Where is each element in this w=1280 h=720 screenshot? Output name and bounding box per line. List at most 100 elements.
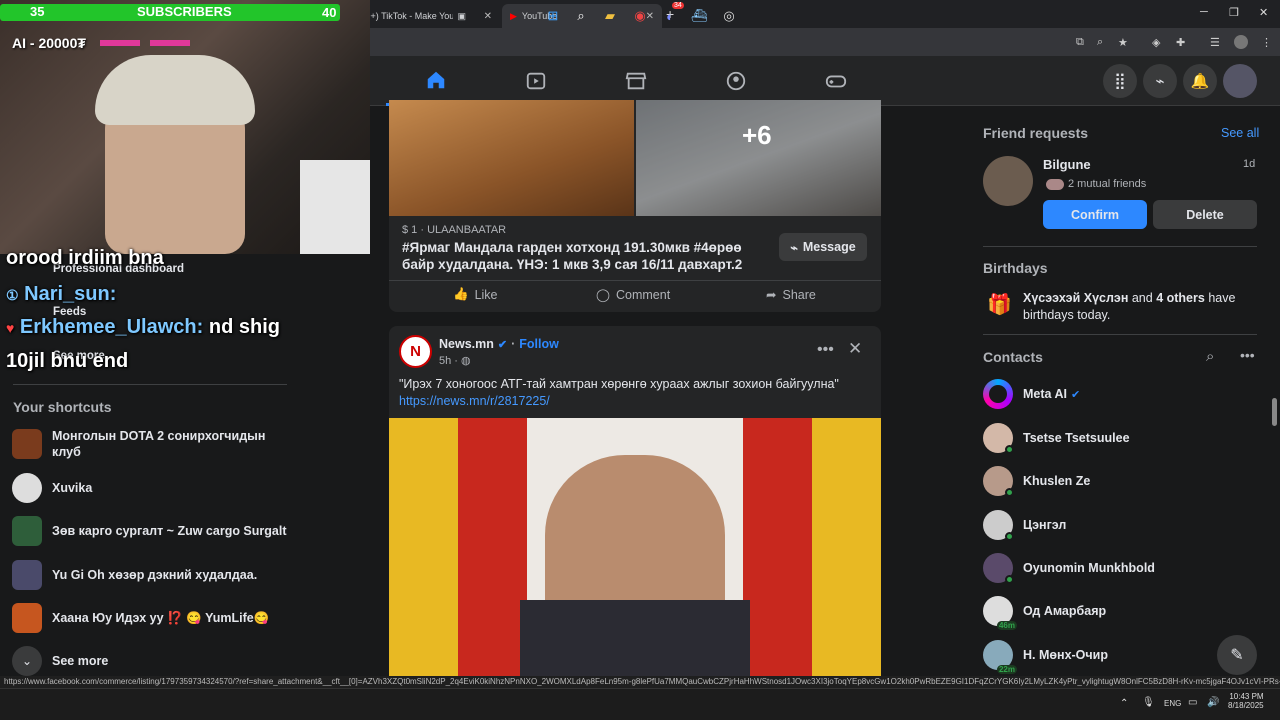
contact-name: Khuslen Ze — [1023, 474, 1091, 488]
follow-link[interactable]: Follow — [519, 337, 559, 351]
birthday-and: and — [1131, 291, 1153, 305]
message-seller-button[interactable]: ⌁ Message — [779, 233, 867, 261]
compose-icon: ✎ — [1230, 647, 1244, 664]
nav-gaming[interactable] — [786, 56, 886, 106]
menu-grid-button[interactable]: ⣿ — [1103, 64, 1137, 98]
shortcut-item[interactable]: Хаана Юу Идэх уу ⁉️ 😋 YumLife😋 — [12, 602, 292, 634]
shortcut-label: Yu Gi Oh хөзөр дэкний худалдаа. — [52, 568, 258, 582]
new-message-button[interactable]: ✎ — [1217, 635, 1257, 675]
zoom-icon[interactable]: ⌕ — [1097, 36, 1103, 49]
extension-icon[interactable]: ◈ — [1152, 36, 1160, 49]
contact-item[interactable]: Khuslen Ze — [983, 464, 1090, 498]
contact-item[interactable]: Tsetse Tsetsuulee — [983, 421, 1130, 455]
post-options-icon[interactable]: ••• — [817, 341, 834, 359]
sub-goal-end: 40 — [322, 5, 337, 20]
birthday-person: Хүсээхэй Хүслэн — [1023, 291, 1129, 305]
puzzle-icon[interactable]: ✚ — [1176, 36, 1185, 49]
language-indicator[interactable]: ENG — [1164, 699, 1181, 708]
confirm-button[interactable]: Confirm — [1043, 200, 1147, 229]
contact-item[interactable]: Oyunomin Munkhbold — [983, 551, 1155, 585]
search-contacts-icon[interactable]: ⌕ — [1206, 348, 1214, 365]
contact-item[interactable]: Цэнгэл — [983, 508, 1066, 542]
clock-date: 8/18/2025 — [1228, 701, 1264, 710]
marketplace-icon — [625, 72, 647, 90]
comment-button[interactable]: ◯ Comment — [596, 287, 670, 303]
post-link[interactable]: https://news.mn/r/2817225/ — [399, 394, 550, 408]
page-name[interactable]: News.mn — [439, 337, 494, 351]
shortcut-item[interactable]: Монголын DOTA 2 сонирхогчидын клуб — [12, 428, 292, 460]
profile-avatar[interactable] — [1234, 35, 1248, 49]
network-icon[interactable]: ▭ — [1188, 697, 1197, 708]
shortcut-item[interactable]: Зөв карго сургалт ~ Zuw cargo Surgalt — [12, 515, 292, 547]
search-icon[interactable]: ⌕ — [571, 6, 591, 26]
mutual-label: 2 mutual friends — [1068, 178, 1147, 190]
birthday-text[interactable]: Хүсээхэй Хүслэн and 4 others have birthd… — [1023, 290, 1253, 324]
chat-message: ① Nari_sun: — [6, 283, 117, 305]
listing-title[interactable]: #Ярмаг Мандала гарден хотхонд 191.30мкв … — [402, 239, 772, 273]
shortcut-label: Зөв карго сургалт ~ Zuw cargo Surgalt — [52, 524, 287, 538]
comment-icon: ◯ — [596, 288, 610, 302]
nav-home[interactable] — [386, 56, 486, 106]
contacts-options-icon[interactable]: ••• — [1240, 347, 1255, 363]
see-more-label: See more — [52, 654, 109, 668]
request-avatar[interactable] — [983, 156, 1033, 206]
nav-video[interactable] — [486, 56, 586, 106]
online-indicator — [1005, 532, 1014, 541]
close-tab-icon[interactable]: ✕ — [484, 11, 492, 22]
listing-photo[interactable] — [389, 100, 634, 216]
cast-icon[interactable]: ⧉ — [1076, 36, 1084, 49]
youtube-icon: ▶ — [510, 10, 517, 21]
more-photos-count[interactable]: +6 — [742, 120, 772, 151]
file-explorer-icon[interactable]: ▰ — [600, 6, 620, 26]
volume-icon[interactable]: 🔊 — [1207, 697, 1219, 708]
chrome-icon[interactable]: ◉ — [630, 6, 650, 26]
online-indicator — [1005, 575, 1014, 584]
page-avatar[interactable]: N — [399, 335, 432, 368]
last-active-badge: 22m — [996, 665, 1017, 674]
friend-requests-title: Friend requests — [983, 125, 1089, 141]
bookmark-star-icon[interactable]: ★ — [1118, 36, 1128, 49]
post-time: 5h · ◍ — [439, 355, 471, 367]
account-avatar[interactable] — [1223, 64, 1257, 98]
contact-item[interactable]: 22m Н. Мөнх-Очир — [983, 638, 1108, 674]
windows-start-icon[interactable]: ⊞ — [543, 6, 563, 26]
message-label: Message — [802, 240, 856, 254]
steam-icon[interactable]: ⛴ — [689, 6, 709, 26]
menu-dots-icon[interactable]: ⋮ — [1261, 36, 1272, 49]
nav-marketplace[interactable] — [586, 56, 686, 106]
restore-icon[interactable]: ❐ — [1229, 6, 1239, 19]
heart-badge-icon: ♥ — [6, 320, 15, 336]
see-all-link[interactable]: See all — [1221, 126, 1259, 140]
bell-icon: 🔔 — [1190, 73, 1210, 90]
contacts-title: Contacts — [983, 349, 1043, 365]
minimize-icon[interactable]: ─ — [1200, 6, 1208, 18]
reading-list-icon[interactable]: ☰ — [1210, 36, 1220, 49]
tray-chevron-icon[interactable]: ⌃ — [1120, 698, 1128, 709]
photo-overlay — [636, 100, 881, 216]
clock[interactable]: 10:43 PM 8/18/2025 — [1228, 692, 1264, 710]
like-button[interactable]: 👍 Like — [453, 287, 498, 302]
share-button[interactable]: ➦ Share — [766, 287, 816, 303]
hide-post-icon[interactable]: ✕ — [848, 339, 862, 359]
scrollbar-thumb[interactable] — [1272, 398, 1277, 426]
shortcut-item[interactable]: Xuvika — [12, 472, 292, 504]
discord-icon[interactable]: ◐ 34 — [660, 2, 684, 26]
request-name[interactable]: Bilgune — [1043, 157, 1091, 172]
shortcut-item[interactable]: Yu Gi Oh хөзөр дэкний худалдаа. — [12, 559, 292, 591]
birthday-others: 4 others — [1156, 291, 1205, 305]
contact-item[interactable]: Meta AI ✔ — [983, 377, 1080, 411]
obs-icon[interactable]: ◎ — [719, 6, 739, 26]
notifications-button[interactable]: 🔔 — [1183, 64, 1217, 98]
mic-icon[interactable]: 🎙 — [1142, 697, 1155, 708]
messenger-button[interactable]: ⌁ — [1143, 64, 1177, 98]
room-fan — [300, 160, 370, 254]
nav-groups[interactable] — [686, 56, 786, 106]
birthdays-title: Birthdays — [983, 260, 1048, 276]
see-more-shortcuts[interactable]: ⌄ See more — [12, 645, 292, 677]
contact-item[interactable]: 46m Од Амарбаяр — [983, 594, 1106, 630]
mutual-friends: 2 mutual friends — [1046, 178, 1146, 190]
contact-name: Н. Мөнх-Очир — [1023, 648, 1108, 662]
close-window-icon[interactable]: ✕ — [1259, 6, 1268, 19]
home-icon — [427, 71, 445, 88]
delete-button[interactable]: Delete — [1153, 200, 1257, 229]
